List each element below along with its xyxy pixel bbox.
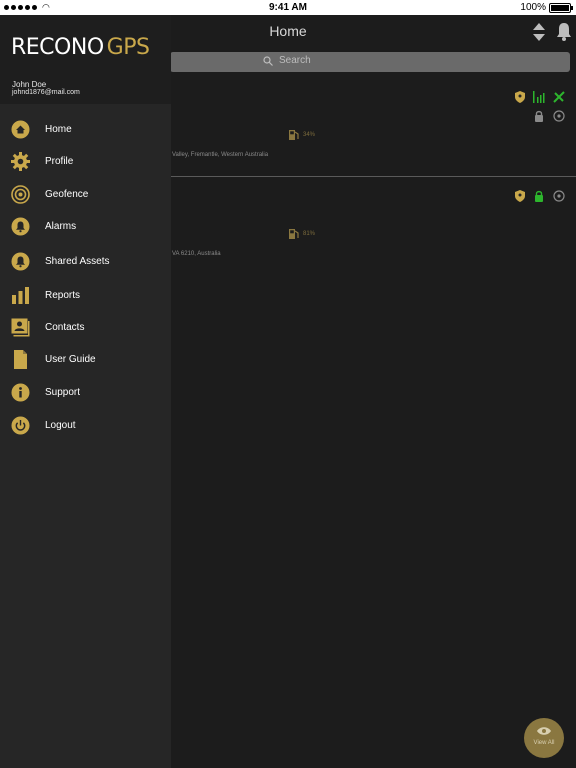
bar-chart-icon (12, 287, 29, 304)
menu-item-shared-assets[interactable]: Shared Assets (0, 248, 171, 276)
power-icon (11, 416, 30, 435)
shield-icon (515, 190, 525, 202)
satellite-icon (553, 91, 565, 103)
lock-icon (535, 110, 543, 122)
status-bar: ◠ 9:41 AM 100% (0, 0, 576, 15)
fuel-icon (289, 130, 299, 140)
contacts-icon (11, 318, 30, 337)
sort-icon[interactable] (533, 23, 545, 41)
geofence-icon (11, 185, 30, 204)
menu-item-user-guide[interactable]: User Guide (0, 346, 171, 374)
gear-icon (11, 152, 30, 171)
menu-label: Profile (45, 156, 74, 167)
menu-label: Support (45, 387, 81, 398)
battery-icon (549, 3, 573, 13)
menu-item-alarms[interactable]: Alarms (0, 213, 171, 241)
shared-bell-icon (11, 252, 30, 271)
notifications-bell-icon[interactable] (556, 22, 572, 41)
user-name: John Doe (12, 80, 47, 89)
view-all-label: View All (533, 740, 555, 746)
eye-icon (537, 727, 551, 735)
menu-label: Alarms (45, 221, 77, 232)
lock-icon (535, 190, 543, 202)
asset-address: Valley, Fremantle, Western Australia (172, 152, 269, 158)
info-icon (11, 383, 30, 402)
home-icon (11, 120, 30, 139)
menu-item-support[interactable]: Support (0, 379, 171, 407)
status-time: 9:41 AM (269, 2, 307, 13)
search-bar[interactable]: Search (170, 52, 570, 72)
fuel-icon (289, 229, 299, 239)
menu-label: User Guide (45, 354, 96, 365)
menu-label: Contacts (45, 322, 85, 333)
menu-item-logout[interactable]: Logout (0, 412, 171, 440)
menu-item-contacts[interactable]: Contacts (0, 314, 171, 342)
document-icon (14, 350, 27, 369)
menu-label: Shared Assets (45, 256, 110, 267)
drawer-header: RECONO GPS John Doe johnd1876@mail.com (0, 15, 171, 104)
asset-address: VA 6210, Australia (172, 251, 221, 257)
menu-label: Reports (45, 290, 81, 301)
view-all-button[interactable]: View All (524, 718, 564, 758)
list-divider (170, 176, 576, 177)
side-drawer: RECONO GPS John Doe johnd1876@mail.com Ho… (0, 15, 171, 768)
app-logo: RECONO GPS (11, 35, 150, 60)
asset-fuel-percent: 81% (303, 231, 316, 237)
search-placeholder: Search (279, 55, 311, 66)
menu-item-profile[interactable]: Profile (0, 148, 171, 176)
user-email: johnd1876@mail.com (12, 89, 80, 96)
menu-item-home[interactable]: Home (0, 116, 171, 144)
menu-item-geofence[interactable]: Geofence (0, 181, 171, 209)
target-icon[interactable] (553, 190, 565, 202)
menu-label: Logout (45, 420, 76, 431)
signal-icon (533, 91, 545, 103)
menu-item-reports[interactable]: Reports (0, 282, 171, 310)
bell-icon (11, 217, 30, 236)
search-icon (263, 55, 273, 66)
shield-icon (515, 91, 525, 103)
menu-label: Home (45, 124, 72, 135)
target-icon[interactable] (553, 110, 565, 122)
battery-percent: 100% (520, 2, 546, 13)
asset-fuel-percent: 34% (303, 132, 316, 138)
menu-label: Geofence (45, 189, 89, 200)
